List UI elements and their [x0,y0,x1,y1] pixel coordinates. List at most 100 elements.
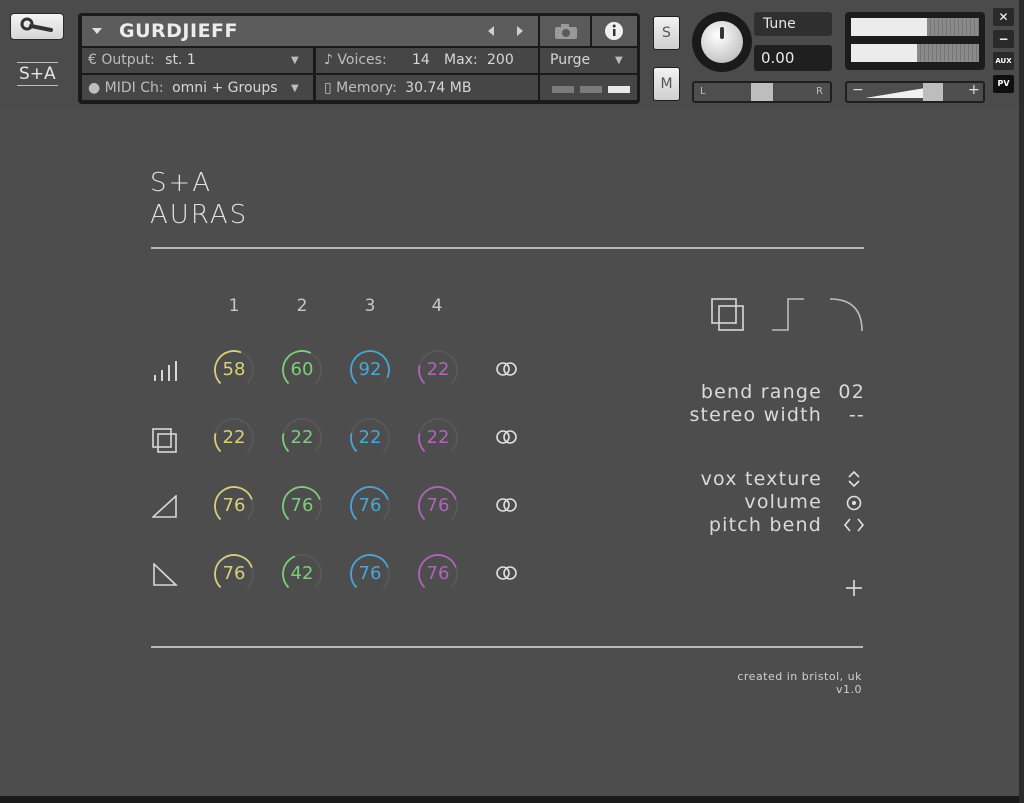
instrument-name[interactable]: GURDJIEFF [119,16,238,46]
knob[interactable]: 22 [417,417,459,459]
left-right-arrows-icon[interactable] [843,517,865,533]
tune-value[interactable]: 0.00 [761,45,794,71]
knob-value: 76 [426,563,450,584]
knob[interactable]: 76 [417,553,459,595]
knob-value: 60 [290,359,314,380]
knob[interactable]: 92 [349,349,391,391]
knob[interactable]: 60 [281,349,323,391]
knob-value: 22 [426,427,450,448]
volume-slider[interactable] [845,81,985,103]
close-button[interactable]: ✕ [993,8,1014,26]
midi-value: omni + Groups [172,80,278,96]
link-icon[interactable] [495,496,519,518]
max-voices-value[interactable]: 200 [487,48,514,72]
layer-mode-icon[interactable] [710,297,746,333]
memory-value: 30.74 MB [405,80,472,96]
pan-left-label: L [700,86,706,97]
link-icon[interactable] [495,360,519,382]
max-label: Max: [444,52,478,68]
knob[interactable]: 76 [281,485,323,527]
volume-minus[interactable]: − [852,82,864,98]
wrench-button[interactable] [10,13,64,40]
minimize-button[interactable]: − [993,30,1014,48]
voices-label: Voices: [337,52,387,68]
solo-button[interactable]: S [653,16,680,50]
knob-value: 76 [222,563,246,584]
bars-icon [154,361,177,381]
knob-value: 76 [222,495,246,516]
memory-label: Memory: [336,80,397,96]
next-preset-icon[interactable] [514,24,526,38]
snapshot-button[interactable] [540,16,590,46]
tune-knob[interactable] [701,21,743,63]
knob[interactable]: 76 [349,485,391,527]
knob[interactable]: 22 [213,417,255,459]
release-icon [153,563,178,586]
pan-right-label: R [816,86,823,97]
title-line-2: AURAS [150,200,249,230]
volume-plus[interactable]: + [968,82,980,98]
plus-icon[interactable] [844,578,864,598]
bottom-edge [0,796,1024,803]
knob[interactable]: 22 [349,417,391,459]
midi-icon: ● [88,80,105,96]
knob-value: 76 [426,495,450,516]
column-number: 3 [364,296,376,316]
pan-handle[interactable] [751,83,773,101]
logo: S+A [17,62,58,86]
aux-button[interactable]: AUX [993,52,1014,70]
right-edge [1019,0,1024,803]
credit-text: created in bristol, uk [737,670,862,683]
knob[interactable]: 76 [213,553,255,595]
camera-icon [555,24,577,39]
prev-preset-icon[interactable] [485,24,497,38]
stereo-width-value[interactable]: -- [834,404,865,427]
midi-dropdown-icon[interactable]: ▼ [291,83,299,94]
info-button[interactable] [592,16,637,46]
mute-button[interactable]: M [653,67,680,101]
link-icon[interactable] [495,428,519,450]
knob[interactable]: 76 [349,553,391,595]
knob-value: 76 [290,495,314,516]
title-line-1: S+A [150,168,213,198]
level-meter [845,12,985,70]
voices-value: 14 [412,52,430,68]
bottom-divider [151,646,863,648]
pan-slider[interactable] [692,81,832,103]
bend-range-label: bend range [700,381,822,403]
vox-texture-label: vox texture [700,468,822,490]
knob[interactable]: 22 [281,417,323,459]
output-value: st. 1 [165,52,196,68]
pv-button[interactable]: PV [993,75,1014,93]
target-icon[interactable] [845,494,863,512]
column-number: 1 [228,296,240,316]
wrench-icon [20,17,53,32]
knob-value: 76 [358,563,382,584]
output-dropdown-icon[interactable]: ▼ [291,55,299,66]
column-number: 2 [296,296,308,316]
purge-label[interactable]: Purge [550,48,590,72]
memory-icon: ▯ [324,80,337,96]
collapse-arrow-icon[interactable] [92,26,104,36]
meter-left-fill [851,18,927,36]
knob[interactable]: 58 [213,349,255,391]
bend-range-value[interactable]: 02 [834,381,865,404]
column-number: 4 [431,296,443,316]
purge-dropdown-icon[interactable]: ▼ [615,55,623,66]
top-divider [151,247,864,249]
volume-handle[interactable] [923,83,943,101]
knob[interactable]: 42 [281,553,323,595]
link-icon[interactable] [495,564,519,586]
tune-label: Tune [763,16,796,32]
version-text: v1.0 [835,683,862,696]
knob-value: 22 [290,427,314,448]
pitch-bend-label: pitch bend [708,514,822,536]
step-mode-icon[interactable] [770,297,806,333]
updown-arrows-icon[interactable] [846,469,862,489]
knob[interactable]: 76 [213,485,255,527]
knob[interactable]: 22 [417,349,459,391]
knob-value: 42 [290,563,314,584]
knob[interactable]: 76 [417,485,459,527]
attack-icon [152,495,177,518]
curve-mode-icon[interactable] [828,297,866,333]
